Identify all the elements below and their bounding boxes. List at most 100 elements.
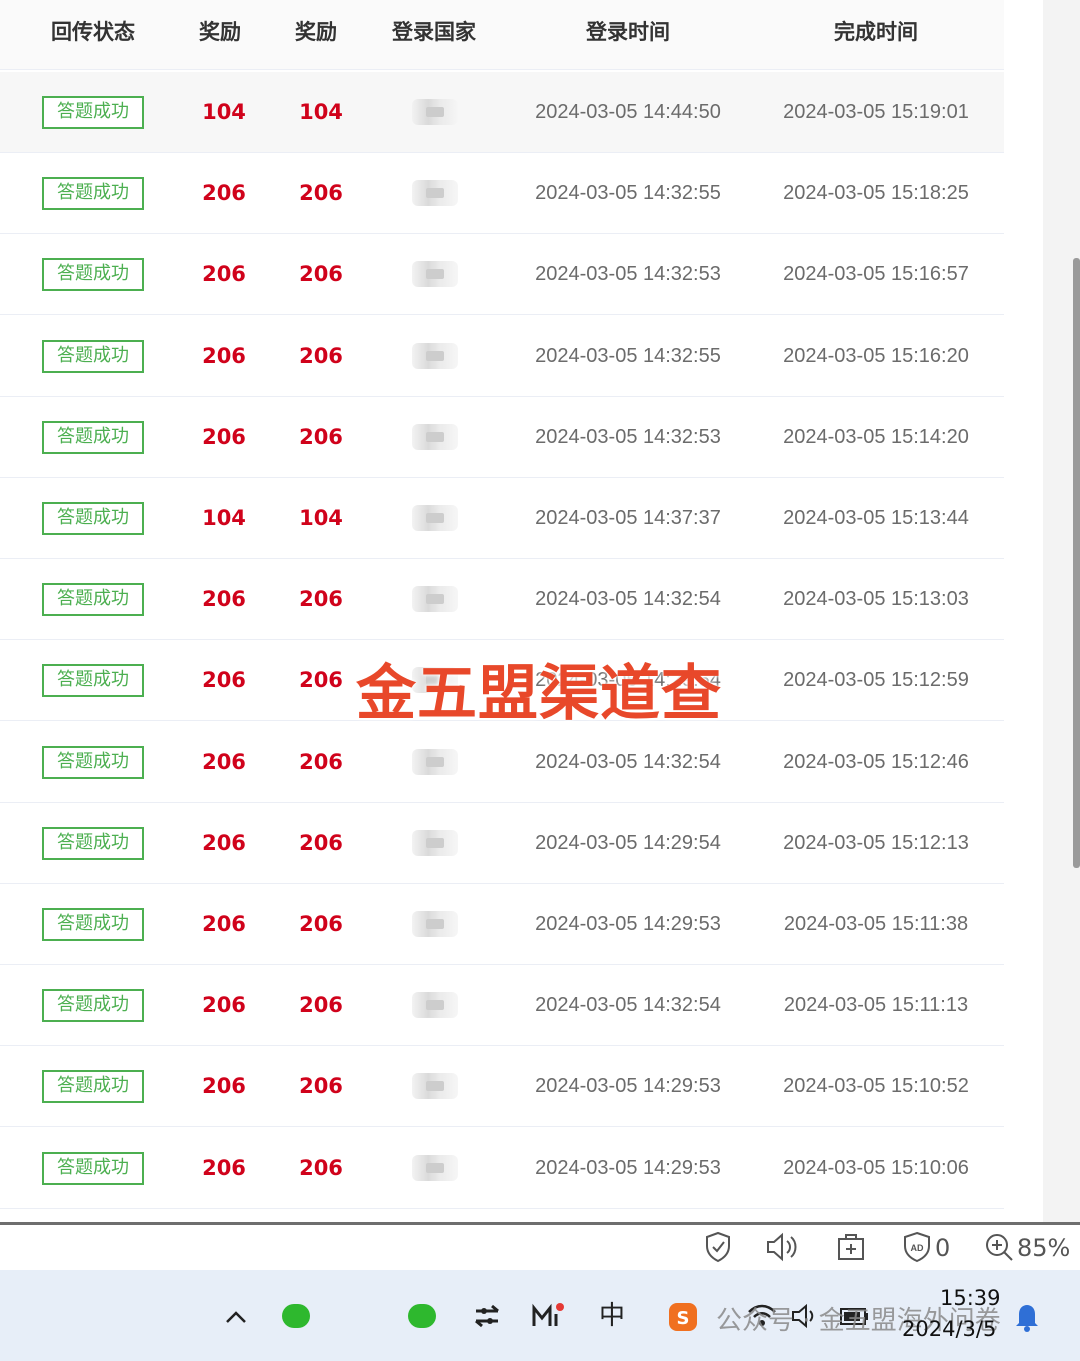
status-badge: 答题成功 — [42, 96, 144, 129]
watermark-text: 金五盟渠道查 — [356, 659, 722, 729]
clock-time[interactable]: 15:39 — [940, 1286, 1001, 1310]
login-time: 2024-03-05 14:29:53 — [535, 1156, 721, 1179]
table-row[interactable]: 答题成功 104 104 2024-03-05 14:37:37 2024-03-05 … — [0, 478, 1004, 559]
reward-value: 206 — [299, 749, 343, 774]
status-badge: 答题成功 — [42, 1070, 144, 1104]
finish-time: 2024-03-05 15:11:13 — [783, 994, 969, 1017]
svg-text:S: S — [677, 1308, 690, 1329]
switch-icon[interactable] — [472, 1296, 502, 1336]
table-row[interactable]: 答题成功 206 206 2024-03-05 14:32:53 2024-03-05 … — [0, 397, 1004, 478]
shield-check-icon[interactable] — [704, 1231, 732, 1265]
status-badge: 答题成功 — [42, 908, 144, 941]
status-badge: 答题成功 — [42, 258, 144, 292]
status-badge: 答题成功 — [42, 502, 144, 535]
status-badge: 答题成功 — [42, 420, 144, 454]
finish-time: 2024-03-05 15:13:44 — [783, 507, 969, 529]
login-time: 2024-03-05 14:32:54 — [535, 750, 721, 773]
header-finish-time[interactable]: 完成时间 — [778, 0, 974, 70]
chevron-up-icon[interactable] — [222, 1296, 250, 1336]
login-country-flag-blurred — [412, 1073, 458, 1100]
scrollbar-thumb[interactable] — [1073, 258, 1080, 868]
header-reward-1[interactable]: 奖励 — [180, 0, 260, 70]
login-time: 2024-03-05 14:32:54 — [535, 994, 721, 1017]
login-country-flag-blurred — [412, 586, 458, 613]
reward-value: 206 — [202, 262, 246, 287]
reward-value: 104 — [299, 100, 343, 124]
reward-value: 206 — [202, 343, 246, 368]
status-badge: 答题成功 — [42, 177, 144, 211]
table-row[interactable]: 答题成功 206 206 2024-03-05 14:29:54 2024-03-05 … — [0, 803, 1004, 884]
finish-time: 2024-03-05 15:12:13 — [783, 831, 969, 854]
ime-mode-label[interactable]: 中 — [596, 1296, 628, 1336]
status-badge: 答题成功 — [42, 664, 144, 698]
finish-time: 2024-03-05 15:12:59 — [783, 669, 969, 692]
reward-value: 206 — [202, 830, 246, 855]
adblock-icon[interactable]: AD — [902, 1231, 932, 1265]
ime-icon[interactable] — [530, 1296, 566, 1336]
reward-value: 206 — [299, 587, 343, 612]
login-country-flag-blurred — [412, 342, 458, 369]
table-row[interactable]: 答题成功 206 206 2024-03-05 14:32:53 2024-03-05 … — [0, 234, 1004, 316]
zoom-in-icon[interactable] — [984, 1231, 1014, 1265]
status-badge: 答题成功 — [42, 583, 144, 617]
login-time: 2024-03-05 14:32:55 — [535, 344, 721, 367]
login-time: 2024-03-05 14:32:53 — [535, 425, 721, 448]
reward-value: 206 — [202, 668, 246, 693]
zoom-level[interactable]: 85% — [1017, 1231, 1070, 1265]
table-row[interactable]: 答题成功 206 206 2024-03-05 14:32:54 2024-03-05 … — [0, 722, 1004, 803]
reward-value: 206 — [299, 912, 343, 936]
reward-value: 206 — [202, 993, 246, 1018]
login-country-flag-blurred — [412, 911, 458, 937]
clock-date[interactable]: 2024/3/5 — [902, 1317, 996, 1341]
login-country-flag-blurred — [412, 423, 458, 450]
reward-value: 206 — [202, 181, 246, 206]
wechat-icon[interactable] — [408, 1304, 436, 1328]
table-row[interactable]: 答题成功 104 104 2024-03-05 14:44:50 2024-03-05 … — [0, 72, 1004, 153]
bell-icon[interactable] — [1012, 1296, 1042, 1336]
add-box-icon[interactable] — [836, 1231, 866, 1265]
status-badge: 答题成功 — [42, 339, 144, 373]
reward-value: 206 — [299, 343, 343, 368]
reward-value: 206 — [202, 1074, 246, 1099]
login-time: 2024-03-05 14:29:53 — [535, 1075, 721, 1098]
finish-time: 2024-03-05 15:10:52 — [783, 1075, 969, 1098]
sogou-icon[interactable]: S — [666, 1296, 700, 1336]
login-country-flag-blurred — [412, 1154, 458, 1181]
table-row[interactable]: 答题成功 206 206 2024-03-05 14:32:55 2024-03-05 … — [0, 316, 1004, 397]
header-login-country[interactable]: 登录国家 — [372, 0, 496, 70]
finish-time: 2024-03-05 15:11:38 — [783, 913, 969, 935]
reward-value: 206 — [299, 993, 343, 1018]
table-row[interactable]: 答题成功 206 206 2024-03-05 14:32:54 2024-03-05 … — [0, 965, 1004, 1047]
browser-status-bar: AD 0 85% — [0, 1222, 1080, 1270]
status-badge: 答题成功 — [42, 1151, 144, 1185]
login-country-flag-blurred — [412, 748, 458, 775]
header-status[interactable]: 回传状态 — [30, 0, 156, 70]
table-row[interactable]: 答题成功 206 206 2024-03-05 14:29:53 2024-03-05 … — [0, 1128, 1004, 1209]
reward-value: 104 — [299, 506, 343, 530]
data-table: 回传状态 奖励 奖励 登录国家 登录时间 完成时间 答题成功 104 104 2024… — [0, 0, 1004, 1210]
header-reward-2[interactable]: 奖励 — [276, 0, 356, 70]
svg-text:AD: AD — [911, 1243, 924, 1253]
finish-time: 2024-03-05 15:14:20 — [783, 425, 969, 448]
table-row[interactable]: 答题成功 206 206 2024-03-05 14:29:53 2024-03-05 … — [0, 1046, 1004, 1128]
login-time: 2024-03-05 14:32:53 — [535, 263, 721, 286]
table-row[interactable]: 答题成功 206 206 2024-03-05 14:32:54 2024-03-05 … — [0, 559, 1004, 641]
reward-value: 206 — [202, 912, 246, 936]
finish-time: 2024-03-05 15:19:01 — [783, 101, 969, 123]
finish-time: 2024-03-05 15:13:03 — [783, 588, 969, 611]
header-login-time[interactable]: 登录时间 — [530, 0, 726, 70]
table-row[interactable]: 答题成功 206 206 2024-03-05 14:29:53 2024-03-05 … — [0, 884, 1004, 965]
login-time: 2024-03-05 14:29:53 — [535, 913, 721, 935]
wechat-icon[interactable] — [282, 1304, 310, 1328]
speaker-icon[interactable] — [764, 1231, 800, 1265]
table-row[interactable]: 答题成功 206 206 2024-03-05 14:32:55 2024-03-05 … — [0, 153, 1004, 235]
reward-value: 206 — [202, 587, 246, 612]
table-header: 回传状态 奖励 奖励 登录国家 登录时间 完成时间 — [0, 0, 1004, 70]
reward-value: 206 — [299, 1155, 343, 1180]
reward-value: 104 — [202, 506, 246, 530]
reward-value: 104 — [202, 100, 246, 124]
status-badge: 答题成功 — [42, 745, 144, 779]
reward-value: 206 — [299, 181, 343, 206]
login-country-flag-blurred — [412, 261, 458, 288]
reward-value: 206 — [299, 668, 343, 693]
